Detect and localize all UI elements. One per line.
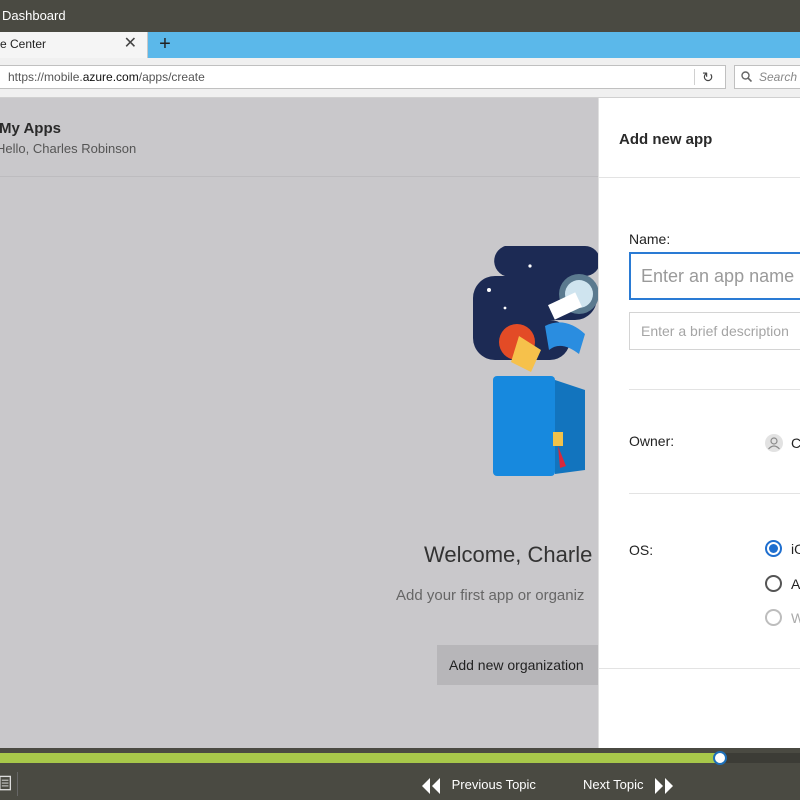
player-footer: Previous Topic Next Topic <box>0 766 800 800</box>
os-label: OS: <box>629 542 654 558</box>
url-text: https://mobile.azure.com/apps/create <box>8 70 205 84</box>
course-title-bar: Dashboard <box>0 0 800 32</box>
panel-title: Add new app <box>619 131 713 148</box>
address-bar-divider <box>694 69 695 85</box>
previous-topic-button[interactable]: Previous Topic <box>420 774 536 796</box>
notes-icon[interactable] <box>0 772 18 796</box>
next-topic-label: Next Topic <box>583 777 644 792</box>
address-bar[interactable]: https://mobile.azure.com/apps/create ↻ <box>0 65 726 89</box>
search-icon <box>741 71 752 82</box>
video-scrubber-handle[interactable] <box>713 751 727 765</box>
app-name-input[interactable] <box>629 252 800 300</box>
new-tab-button[interactable]: + <box>152 32 178 58</box>
browser-navbar: https://mobile.azure.com/apps/create ↻ S… <box>0 58 800 98</box>
page-content: My Apps Hello, Charles Robinson Welcome,… <box>0 98 800 748</box>
os-option-label: W <box>791 610 800 626</box>
os-radio-ios[interactable] <box>765 540 782 557</box>
close-icon[interactable]: ✕ <box>124 32 137 56</box>
panel-header-divider <box>599 177 800 178</box>
add-app-panel: Add new app Name: Owner: C OS: iOS A W <box>598 98 800 748</box>
reload-icon[interactable]: ↻ <box>702 66 714 88</box>
astronaut-telescope-illustration <box>473 246 600 476</box>
add-organization-button[interactable]: Add new organization <box>437 645 607 685</box>
next-topic-button[interactable]: Next Topic <box>583 774 675 796</box>
app-description-input[interactable] <box>629 312 800 350</box>
page-title: My Apps <box>0 120 61 137</box>
os-option-label: A <box>791 576 800 592</box>
browser-search-box[interactable]: Search <box>734 65 800 89</box>
double-chevron-left-icon <box>422 777 440 794</box>
double-chevron-right-icon <box>655 777 674 794</box>
owner-value[interactable]: C <box>791 435 800 451</box>
welcome-subtext: Add your first app or organiz <box>396 587 585 604</box>
course-title: Dashboard <box>2 8 66 23</box>
browser-tab[interactable]: e Center ✕ <box>0 32 148 58</box>
search-placeholder: Search <box>759 70 798 84</box>
os-radio-windows <box>765 609 782 626</box>
tab-title: e Center <box>0 37 47 51</box>
previous-topic-label: Previous Topic <box>451 777 536 792</box>
page-header: My Apps Hello, Charles Robinson <box>0 98 598 177</box>
video-progress-bar[interactable] <box>0 751 800 765</box>
os-option-label: iOS <box>791 541 800 557</box>
section-divider <box>629 493 800 494</box>
section-divider <box>599 668 800 669</box>
welcome-heading: Welcome, Charle <box>424 542 593 567</box>
os-radio-android[interactable] <box>765 575 782 592</box>
name-label: Name: <box>629 231 671 247</box>
browser-tab-strip: e Center ✕ + <box>0 32 800 58</box>
owner-avatar-icon <box>765 434 783 452</box>
owner-label: Owner: <box>629 433 675 449</box>
video-progress-fill <box>0 753 720 763</box>
section-divider <box>629 389 800 390</box>
user-greeting: Hello, Charles Robinson <box>0 141 137 156</box>
